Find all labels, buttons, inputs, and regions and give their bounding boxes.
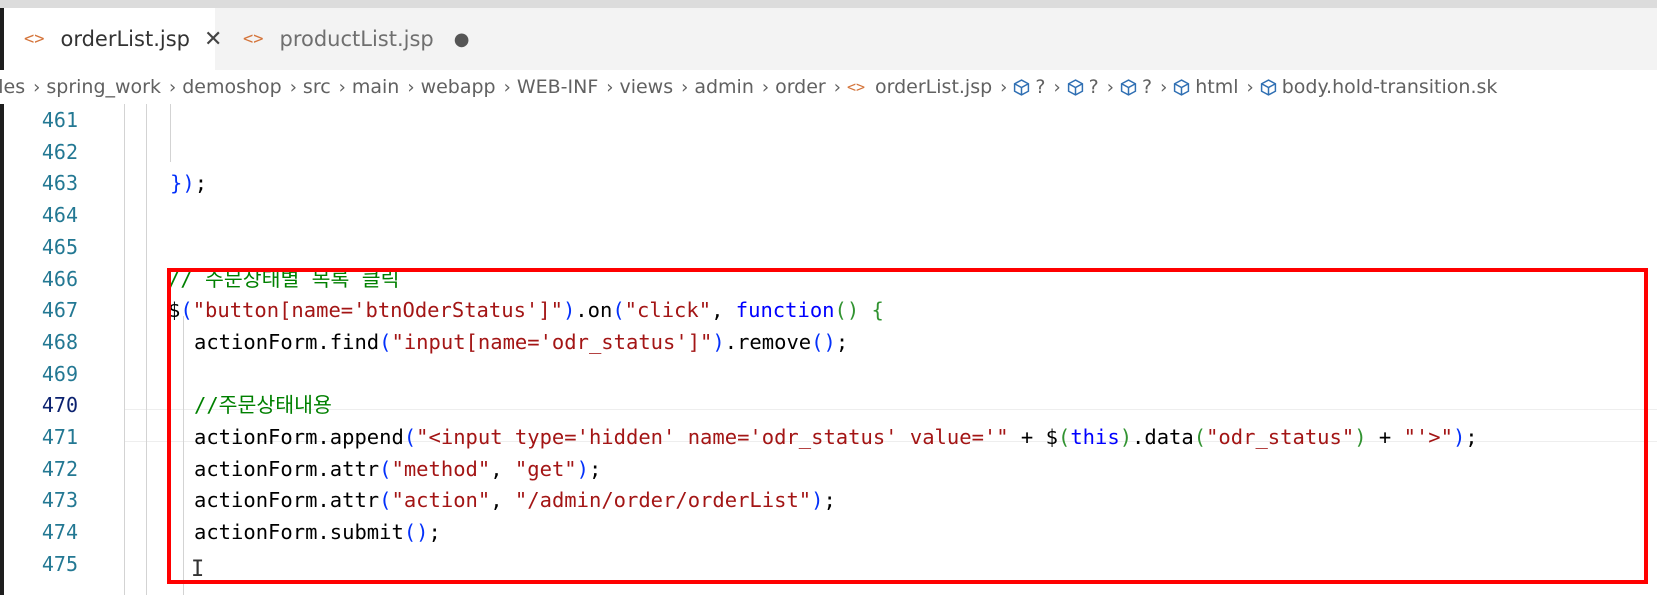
code-line[interactable]: 463}); — [0, 167, 1657, 200]
line-number: 469 — [41, 361, 78, 386]
code-editor[interactable]: 461 462 463}); 464 465 466// 주문상태별 목록 클릭 467 $(… — [0, 104, 1657, 595]
breadcrumb-label: admin — [694, 76, 754, 98]
breadcrumb-item[interactable]: › webapp — [399, 76, 495, 98]
symbol-cube-icon — [1260, 78, 1282, 96]
line-number: 471 — [41, 425, 78, 449]
chevron-right-icon: › — [833, 76, 841, 98]
tab-bar: <> orderList.jsp ✕ <> productList.jsp ● — [0, 8, 1657, 71]
breadcrumb-item[interactable]: ›? — [992, 76, 1045, 98]
chevron-right-icon: › — [606, 76, 614, 98]
line-number: 466 — [41, 266, 78, 291]
tab-label: orderList.jsp — [60, 27, 190, 51]
breadcrumb-item[interactable]: › demoshop — [161, 76, 282, 98]
code-file-icon: <> — [846, 78, 866, 96]
breadcrumb-item[interactable]: ›? — [1099, 76, 1152, 98]
line-number: 470 — [41, 393, 78, 418]
line-number: 465 — [41, 234, 78, 259]
chevron-right-icon: › — [761, 76, 770, 98]
line-number: 474 — [41, 520, 78, 545]
breadcrumb-label: html — [1195, 76, 1239, 98]
code-text: }); — [170, 171, 208, 196]
line-number: 468 — [41, 329, 78, 354]
breadcrumb-item[interactable]: › body.hold-transition.sk — [1239, 76, 1498, 98]
chevron-right-icon: › — [289, 76, 297, 98]
code-line[interactable]: 464 — [0, 199, 1657, 232]
line-number: 461 — [41, 108, 78, 132]
chevron-right-icon: › — [33, 76, 41, 98]
breadcrumb: iles›spring_work›demoshop›src›main›webap… — [0, 70, 1657, 104]
chevron-right-icon: › — [1053, 76, 1061, 98]
code-line[interactable]: 461 — [0, 104, 1657, 137]
symbol-cube-icon — [1120, 78, 1142, 96]
breadcrumb-item[interactable]: ›? — [1045, 76, 1098, 98]
code-file-icon: <> — [243, 29, 264, 49]
code-line[interactable]: 465 — [0, 231, 1657, 264]
chevron-right-icon: › — [503, 76, 511, 98]
line-number: 472 — [41, 456, 78, 481]
breadcrumb-label: iles — [0, 76, 26, 98]
window-top-strip — [0, 0, 1657, 8]
breadcrumb-item[interactable]: › src — [282, 76, 331, 98]
chevron-right-icon: › — [407, 76, 415, 98]
chevron-right-icon: › — [1160, 76, 1168, 98]
unsaved-dot-icon[interactable]: ● — [454, 29, 470, 50]
code-line[interactable]: 462 — [0, 136, 1657, 169]
breadcrumb-label: order — [775, 76, 826, 98]
breadcrumb-label: ? — [1035, 76, 1046, 98]
chevron-right-icon: › — [1000, 76, 1008, 98]
tab-label: productList.jsp — [279, 27, 434, 51]
breadcrumb-label: src — [302, 76, 331, 98]
chevron-right-icon: › — [1106, 76, 1114, 98]
red-highlight-box — [167, 268, 1648, 584]
breadcrumb-label: spring_work — [46, 76, 161, 98]
breadcrumb-label: orderList.jsp — [875, 76, 993, 98]
line-number: 464 — [41, 203, 78, 228]
tab-productlist[interactable]: <> productList.jsp ● — [215, 8, 469, 70]
text-cursor-icon: I — [191, 557, 205, 582]
breadcrumb-label: body.hold-transition.sk — [1281, 76, 1498, 98]
breadcrumb-item[interactable]: › spring_work — [25, 76, 161, 98]
chevron-right-icon: › — [1246, 76, 1254, 98]
breadcrumb-item[interactable]: › order — [754, 76, 826, 98]
breadcrumb-item[interactable]: iles — [0, 76, 25, 98]
line-number: 463 — [41, 171, 78, 196]
breadcrumb-item[interactable]: › admin — [673, 76, 754, 98]
chevron-right-icon: › — [338, 76, 346, 98]
breadcrumb-label: ? — [1141, 76, 1153, 98]
breadcrumb-item[interactable]: › main — [331, 76, 400, 98]
breadcrumb-label: main — [351, 76, 400, 98]
breadcrumb-item[interactable]: › <> orderList.jsp — [826, 76, 992, 98]
breadcrumb-label: WEB-INF — [516, 76, 599, 98]
breadcrumb-item[interactable]: › WEB-INF — [496, 76, 599, 98]
symbol-cube-icon — [1067, 78, 1089, 96]
tab-orderlist[interactable]: <> orderList.jsp ✕ — [0, 8, 222, 70]
breadcrumb-label: ? — [1088, 76, 1099, 98]
line-number: 473 — [41, 488, 78, 513]
symbol-cube-icon — [1173, 78, 1195, 96]
breadcrumb-item[interactable]: › views — [598, 76, 673, 98]
line-number: 475 — [41, 551, 78, 576]
breadcrumb-label: views — [619, 76, 674, 98]
line-number: 462 — [41, 139, 78, 164]
line-number: 467 — [41, 298, 78, 323]
chevron-right-icon: › — [681, 76, 689, 98]
symbol-cube-icon — [1013, 78, 1035, 96]
breadcrumb-item[interactable]: › html — [1152, 76, 1238, 98]
breadcrumb-label: demoshop — [182, 76, 282, 98]
breadcrumb-label: webapp — [420, 76, 496, 98]
chevron-right-icon: › — [169, 76, 177, 98]
code-file-icon: <> — [24, 29, 45, 49]
